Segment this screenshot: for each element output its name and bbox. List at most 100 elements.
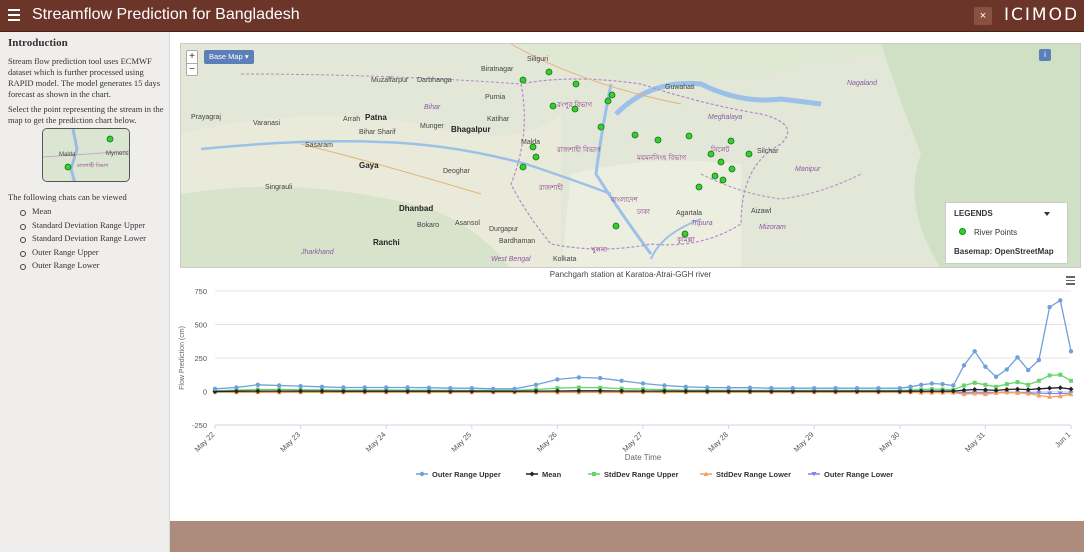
data-point [341,385,346,390]
data-point [747,385,753,390]
list-item: Outer Range Upper [20,246,146,260]
thumb-label-malda: Malda [59,152,76,158]
river-point[interactable] [711,172,719,180]
data-point [619,378,624,383]
data-point [1026,367,1031,373]
data-point [212,386,218,392]
river-map[interactable]: Siliguri Biratnagar Muzaffarpur Darbhang… [180,43,1081,268]
legend-item-stddev-range-upper[interactable]: StdDev Range Upper [588,470,679,479]
data-point [319,384,325,390]
data-point [983,364,988,369]
legend-label: StdDev Range Lower [716,470,791,479]
data-point [972,380,977,385]
river-point[interactable] [532,153,540,161]
instruction-text: Select the point representing the stream… [8,104,164,125]
legend-item-stddev-range-lower[interactable]: StdDev Range Lower [700,470,791,479]
map-label: Bokaro [417,222,440,229]
legend-item-outer-range-upper[interactable]: Outer Range Upper [416,470,501,479]
legend-label: StdDev Range Upper [604,470,679,479]
river-point[interactable] [604,97,612,105]
data-point [993,374,999,379]
data-point [908,384,913,390]
data-point [972,349,977,354]
x-tick-label: May 31 [963,430,987,454]
thumbnail-map: Malda Mymens রাজশাহী বিভাগ [43,129,129,181]
map-label: Kolkata [553,256,577,263]
legend-item-mean[interactable]: Mean [526,470,562,479]
y-tick-label: 250 [194,354,207,363]
river-point[interactable] [608,91,616,99]
data-point [790,385,795,391]
data-point [362,385,367,390]
map-label: বাংলাদেশ [611,197,638,204]
data-point [491,386,496,392]
zoom-out-button[interactable]: − [187,63,197,75]
map-label: Patna [365,113,387,122]
x-tick-label: May 29 [792,430,816,454]
info-button[interactable]: i [1039,49,1051,61]
map-label: সিলেট [711,147,730,154]
flow-chart: -250 0 250 500 750 May 22 May 23 May 24 May 25 Ma… [179,287,1074,479]
map-label: Meghalaya [708,114,743,121]
data-point [1069,378,1073,383]
x-tick-label: May 26 [535,430,559,454]
map-label: খুলনা [591,247,608,254]
x-tick-label: May 25 [449,430,473,454]
zoom-control: + − [186,50,198,76]
map-label: West Bengal [491,256,531,263]
map-label: Guwahati [665,84,695,91]
data-point [1047,304,1052,310]
x-tick-label: May 30 [877,430,901,454]
intro-text: Stream flow prediction tool uses ECMWF d… [8,56,161,99]
data-point [277,383,282,388]
data-point [961,363,967,368]
legend-basemap: Basemap: OpenStreetMap [954,247,1054,256]
river-point[interactable] [717,158,725,166]
river-point[interactable] [631,131,639,139]
river-point[interactable] [654,136,662,144]
river-point[interactable] [612,222,620,230]
menu-icon[interactable] [8,9,20,23]
legend-item-outer-range-lower[interactable]: Outer Range Lower [808,470,893,479]
river-point[interactable] [519,76,527,84]
map-label: ময়মনসিংহ বিভাগ [637,155,687,162]
data-point [1047,373,1052,378]
river-point[interactable] [719,176,727,184]
x-tick-label: May 23 [278,430,302,454]
river-point[interactable] [695,183,703,191]
river-point[interactable] [549,102,557,110]
map-label: Prayagraj [191,114,221,121]
data-point [854,385,860,391]
x-tick-label: May 22 [193,430,217,454]
river-point[interactable] [745,150,753,158]
map-legend: LEGENDS River Points Basemap: OpenStreet… [945,202,1068,264]
data-point [512,386,517,392]
map-label: Siliguri [527,56,549,63]
data-point [384,385,389,390]
data-point [576,375,581,380]
map-label: Bardhaman [499,238,536,245]
x-tick-label: May 24 [364,430,388,454]
data-point [1057,385,1063,391]
data-point [405,385,410,390]
legend-collapse-icon[interactable] [1044,212,1050,216]
list-item: Standard Deviation Range Lower [20,232,146,246]
map-label: Jharkhand [301,249,334,256]
river-point[interactable] [728,165,736,173]
map-label: Dhanbad [399,204,434,213]
series-line [214,299,1072,390]
close-button[interactable]: × [974,7,992,25]
river-point[interactable] [519,163,527,171]
river-point[interactable] [685,132,693,140]
river-point[interactable] [572,80,580,88]
data-point [919,382,924,387]
map-label: Biratnagar [481,66,514,73]
base-map-button[interactable]: Base Map ▾ [204,50,254,64]
data-point [555,377,560,382]
data-point [940,381,945,387]
zoom-in-button[interactable]: + [187,51,197,63]
data-point [598,375,603,381]
river-point[interactable] [597,123,605,131]
river-point[interactable] [545,68,553,76]
map-label: Arrah [343,116,361,123]
